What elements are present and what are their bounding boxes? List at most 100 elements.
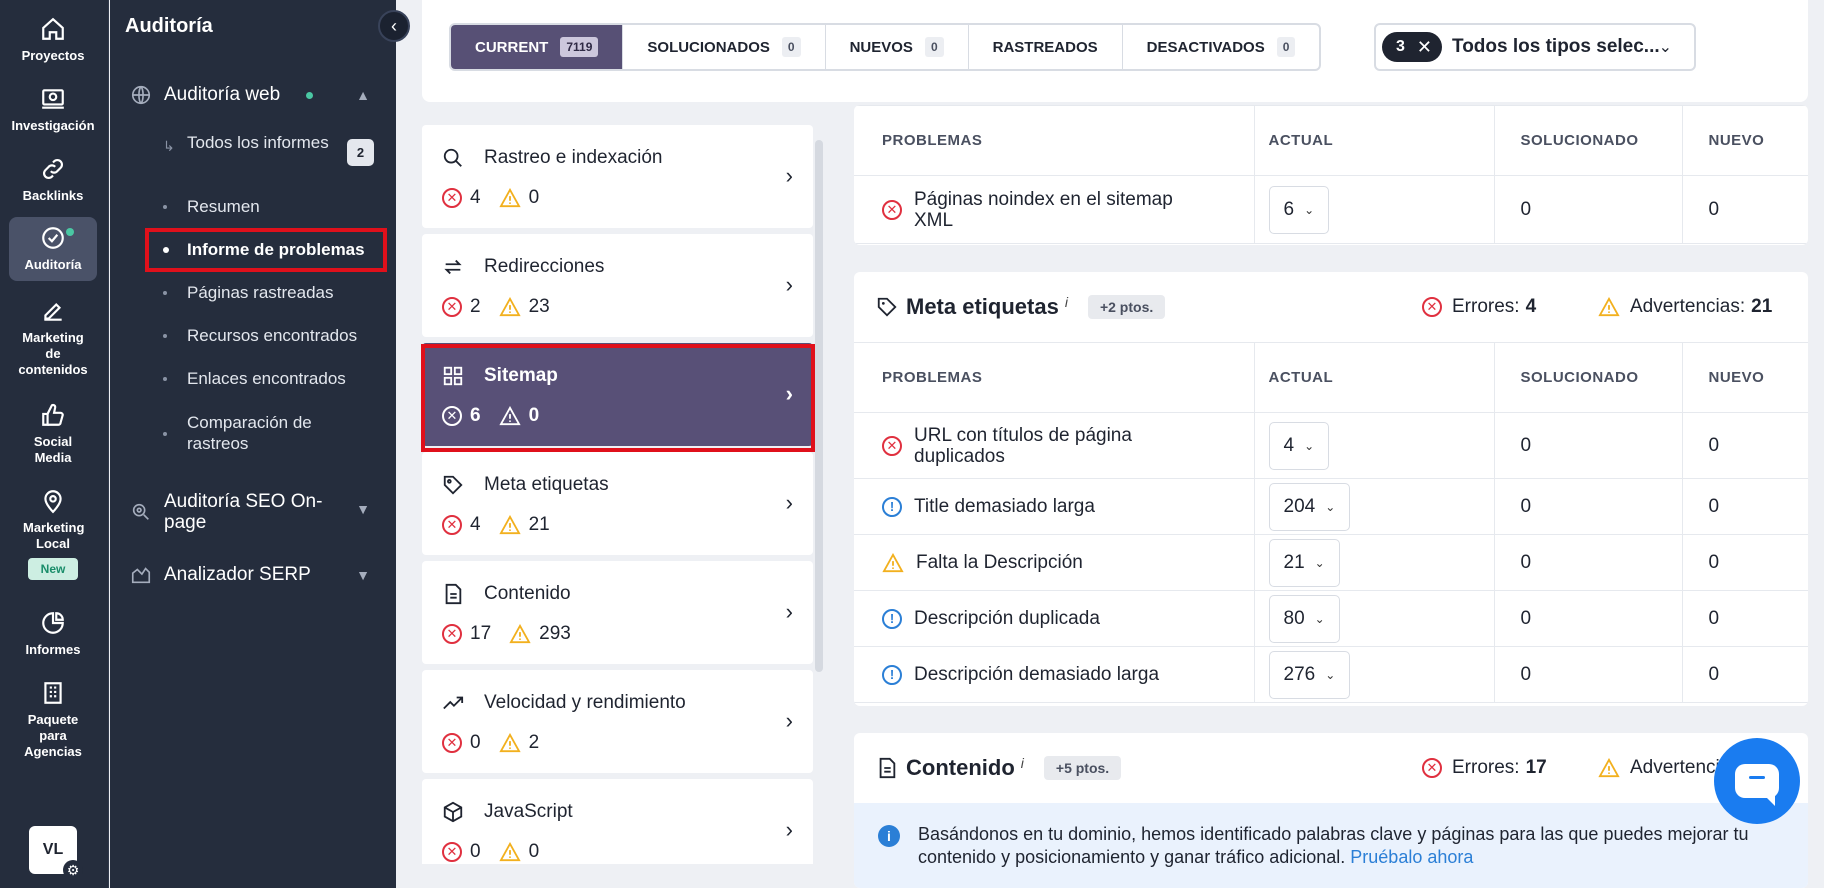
column-header: NUEVO [1682,342,1808,413]
sidebar-item-paginas-rastreadas[interactable]: Páginas rastreadas [163,282,334,303]
count-dropdown[interactable]: 4 ⌄ [1268,421,1330,470]
category-scrollbar[interactable] [815,140,823,672]
bullet [163,432,167,436]
chat-button[interactable] [1714,738,1800,824]
sidebar-item-recursos-encontrados[interactable]: Recursos encontrados [163,325,358,346]
sidebar-group-seo-onpage[interactable]: Auditoría SEO On-page ▼ [110,491,396,533]
try-now-link[interactable]: Pruébalo ahora [1350,847,1473,867]
sidebar-item-label: Resumen [187,197,260,216]
sidebar-item-enlaces-encontrados[interactable]: Enlaces encontrados [163,368,346,389]
category-stats: ✕ 6 0 [442,405,557,427]
gear-icon[interactable]: ⚙ [63,860,83,880]
category-name: JavaScript [484,801,573,822]
tab-rastreados[interactable]: RASTREADOS [969,25,1123,69]
rail-item-investigacion[interactable]: Investigación [9,86,97,134]
tag-icon [442,474,464,496]
table-row[interactable]: ! Title demasiado larga 204 ⌄ 0 0 [854,478,1808,535]
new-value: 0 [1682,534,1808,591]
rail-item-social-media[interactable]: Social Media [9,402,97,466]
sidebar-item-label: Comparación de rastreos [187,413,312,453]
category-card-contenido[interactable]: Contenido ✕ 17 293 › [422,561,813,664]
table-header-row: PROBLEMAS ACTUAL SOLUCIONADO NUEVO [854,105,1808,176]
count-dropdown[interactable]: 6 ⌄ [1268,185,1330,234]
category-card-velocidad[interactable]: Velocidad y rendimiento ✕ 0 2 › [422,670,813,773]
chevron-down-icon: ⌄ [1314,555,1325,570]
cube-icon [442,801,464,823]
issue-type-select[interactable]: 3 ✕ Todos los tipos selec... ⌄ [1374,23,1696,71]
chevron-down-icon: ⌄ [1304,202,1315,217]
tab-desactivados[interactable]: DESACTIVADOS 0 [1123,25,1320,69]
category-card-redirecciones[interactable]: Redirecciones ✕ 2 23 › [422,234,813,337]
category-stats: ✕ 2 23 [442,296,568,318]
bullet [163,377,167,381]
errors-label: Errores: [1452,296,1520,317]
rail-item-informes[interactable]: Informes [9,610,97,658]
error-icon: ✕ [442,733,462,753]
bullet [163,334,167,338]
panel-title: Contenido [906,755,1015,780]
tab-nuevos[interactable]: NUEVOS 0 [826,25,969,69]
category-card-rastreo[interactable]: Rastreo e indexación ✕ 4 0 › [422,125,813,228]
panel-header: Contenido i +5 ptos. ✕ Errores: 17 Advert… [854,733,1808,803]
error-icon: ✕ [442,624,462,644]
table-row[interactable]: ! Descripción demasiado larga 276 ⌄ 0 0 [854,646,1808,703]
problem-label: Title demasiado larga [914,496,1095,517]
tab-solucionados[interactable]: SOLUCIONADOS 0 [623,25,826,69]
problem-label: Páginas noindex en el sitemap XML [914,188,1173,231]
warning-icon [882,552,904,572]
sitemap-panel: PROBLEMAS ACTUAL SOLUCIONADO NUEVO ✕ Pági… [854,105,1808,245]
tab-label: DESACTIVADOS [1146,38,1265,56]
table-row[interactable]: ✕ URL con títulos de página duplicados 4 ⌄… [854,412,1808,479]
category-name: Contenido [484,583,571,604]
rail-label: Backlinks [22,188,84,203]
column-header: PROBLEMAS [854,105,1255,176]
count-dropdown[interactable]: 21 ⌄ [1268,538,1340,587]
rail-item-backlinks[interactable]: Backlinks [9,156,97,204]
type-select-value: Todos los tipos selec... [1452,36,1660,57]
rail-item-proyectos[interactable]: Proyectos [9,16,97,64]
table-row[interactable]: ! Descripción duplicada 80 ⌄ 0 0 [854,590,1808,647]
sidebar-item-label: Páginas rastreadas [187,283,334,302]
info-icon[interactable]: i [1065,294,1068,310]
rail-item-paquete-agencias[interactable]: Paquete para Agencias [9,680,97,760]
tab-current[interactable]: CURRENT 7119 [451,25,624,69]
sidebar-group-auditoria-web[interactable]: Auditoría web ▲ [110,84,396,106]
count-dropdown[interactable]: 276 ⌄ [1268,650,1351,699]
count-value: 6 [1283,198,1295,220]
category-card-javascript[interactable]: JavaScript ✕ 0 0 › [422,779,813,864]
warnings-summary: Advertencia [1598,757,1730,779]
sidebar-item-resumen[interactable]: Resumen [163,196,260,217]
category-name: Sitemap [484,365,558,386]
count-dropdown[interactable]: 80 ⌄ [1268,594,1340,643]
clear-icon[interactable]: ✕ [1417,37,1432,58]
info-icon[interactable]: i [1021,755,1024,771]
count-dropdown[interactable]: 204 ⌄ [1268,482,1351,531]
error-icon: ✕ [442,842,462,862]
table-row[interactable]: ✕ Páginas noindex en el sitemap XML 6 ⌄ 0 … [854,175,1808,244]
status-tabs: CURRENT 7119 SOLUCIONADOS 0 NUEVOS 0 RAS… [449,23,1322,71]
avatar-initials: VL [42,841,64,858]
sidebar-item-informe-problemas[interactable]: Informe de problemas [163,239,365,260]
warnings-count: 21 [1751,296,1773,317]
rail-item-marketing-local[interactable]: Marketing Local New [9,488,97,580]
sidebar-group-analizador-serp[interactable]: Analizador SERP ▼ [110,564,396,586]
avatar[interactable]: VL ⚙ [29,826,83,880]
serp-chart-icon [131,567,151,584]
collapse-sidebar-button[interactable]: ‹ [378,10,410,42]
new-value: 0 [1682,590,1808,647]
tab-count: 0 [924,37,944,57]
problem-label: Descripción duplicada [914,608,1100,629]
sidebar-item-comparacion-rastreos[interactable]: Comparación de rastreos [163,412,347,454]
table-row[interactable]: Falta la Descripción 21 ⌄ 0 0 [854,534,1808,591]
category-card-meta-etiquetas[interactable]: Meta etiquetas ✕ 4 21 › [422,452,813,555]
chevron-right-icon: › [785,490,793,515]
rail-item-auditoria[interactable]: Auditoría [9,217,97,281]
category-card-sitemap[interactable]: Sitemap ✕ 6 0 › [422,343,813,446]
sidebar-item-label: Recursos encontrados [187,326,358,345]
rail-item-marketing-contenidos[interactable]: Marketing de contenidos [9,298,97,378]
warning-icon [498,515,521,535]
sidebar-item-todos-informes[interactable]: ↳ Todos los informes [163,132,337,154]
tab-label: RASTREADOS [992,38,1098,56]
bullet [163,205,167,209]
warning-count: 21 [528,514,550,535]
